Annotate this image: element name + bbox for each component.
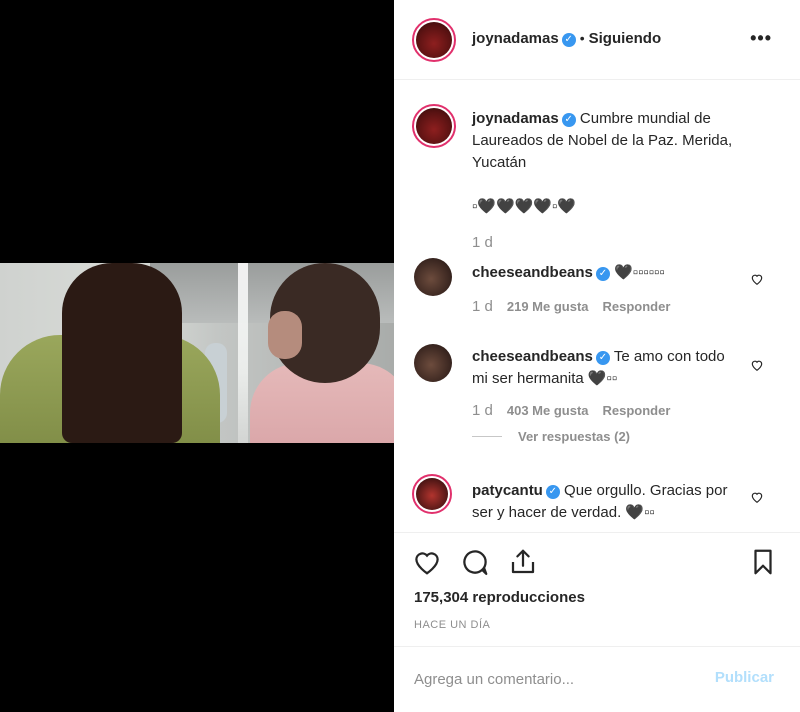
comment: cheeseandbeans ✓ Te amo con todo mi ser h… [472, 346, 742, 444]
heart-icon[interactable] [410, 545, 444, 579]
caption-username[interactable]: joynadamas [472, 110, 559, 127]
reply-button[interactable]: Responder [603, 403, 671, 418]
following-button[interactable]: Siguiendo [589, 30, 662, 47]
video-scene-dark-hair [62, 263, 182, 443]
video-player[interactable] [0, 0, 394, 712]
author-avatar[interactable] [412, 18, 456, 62]
comment-like-heart-icon[interactable] [750, 358, 764, 372]
comment-icon[interactable] [458, 545, 492, 579]
bookmark-icon[interactable] [746, 545, 780, 579]
post-panel: joynadamas ✓ • Siguiendo ••• joynadamas ✓ Cu… [394, 0, 800, 712]
comment-like-heart-icon[interactable] [750, 272, 764, 286]
publish-button[interactable]: Publicar [715, 669, 774, 686]
comment-like-heart-icon[interactable] [750, 490, 764, 504]
verified-icon: ✓ [595, 351, 610, 365]
comment-username[interactable]: cheeseandbeans [472, 348, 593, 365]
comment: patycantu ✓ Que orgullo. Gracias por ser … [472, 480, 742, 524]
commenter-avatar[interactable] [412, 474, 452, 514]
post-header: joynadamas ✓ • Siguiendo ••• [394, 0, 800, 80]
verified-icon: ✓ [561, 33, 576, 47]
comment-username[interactable]: patycantu [472, 482, 543, 499]
comment-likes[interactable]: 219 Me gusta [507, 299, 589, 314]
share-icon[interactable] [506, 545, 540, 579]
replies-divider [472, 436, 502, 437]
action-bar: 175,304 reproducciones HACE UN DÍA [394, 532, 800, 644]
caption-age[interactable]: 1 d [472, 234, 772, 251]
video-scene-face [268, 311, 302, 359]
comment-likes[interactable]: 403 Me gusta [507, 403, 589, 418]
video-scene-light [238, 263, 248, 443]
commenter-avatar[interactable] [414, 258, 452, 296]
verified-icon: ✓ [561, 113, 576, 127]
comment-age[interactable]: 1 d [472, 298, 493, 315]
view-replies-label[interactable]: Ver respuestas (2) [518, 429, 630, 444]
posted-time[interactable]: HACE UN DÍA [414, 619, 490, 631]
caption-avatar[interactable] [412, 104, 456, 148]
view-count[interactable]: 175,304 reproducciones [414, 589, 585, 606]
verified-icon: ✓ [545, 485, 560, 499]
comment-input[interactable] [414, 667, 694, 691]
comment-username[interactable]: cheeseandbeans [472, 264, 593, 281]
verified-icon: ✓ [595, 267, 610, 281]
commenter-avatar[interactable] [414, 344, 452, 382]
comment: cheeseandbeans ✓ 🖤▫▫▫▫▫▫ 1 d 219 Me gusta R… [472, 262, 742, 315]
comment-age[interactable]: 1 d [472, 402, 493, 419]
author-username[interactable]: joynadamas [472, 30, 559, 47]
caption-emoji-line: ▫🖤🖤🖤🖤▫🖤 [472, 198, 577, 215]
view-replies[interactable]: Ver respuestas (2) [472, 429, 742, 444]
comment-bar: Publicar [394, 646, 800, 712]
separator-dot: • [579, 30, 585, 46]
video-frame[interactable] [0, 263, 394, 443]
comment-text: 🖤▫▫▫▫▫▫ [614, 264, 665, 281]
more-options-icon[interactable]: ••• [750, 28, 772, 49]
reply-button[interactable]: Responder [603, 299, 671, 314]
caption: joynadamas ✓ Cumbre mundial de Laureados … [472, 108, 772, 251]
